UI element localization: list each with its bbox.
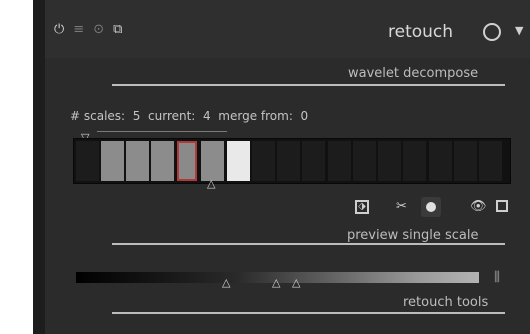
scale-cell[interactable] [328,141,351,181]
section-divider [112,84,505,86]
mask-toggle-icon[interactable] [483,23,501,41]
dot-icon [426,202,436,212]
section-preview-single-scale: preview single scale [347,228,479,243]
scale-cell[interactable] [151,141,174,181]
presets-icon[interactable]: ⊙ [93,22,104,38]
scale-cell[interactable] [479,141,502,181]
scale-range-line [97,131,227,132]
levels-marker-low[interactable]: △ [222,277,230,289]
scales-info: # scales: 5 current: 4 merge from: 0 [70,108,308,124]
scales-value: 5 [132,109,141,123]
merge-value: 0 [300,109,309,123]
header-icons: ⏻ ≡ ⊙ ⧉ [54,22,122,38]
scale-cell[interactable] [454,141,477,181]
scale-cell[interactable] [252,141,275,181]
color-picker-icon[interactable]: ⬗ [355,200,369,214]
current-value: 4 [203,109,211,123]
merge-scale-marker[interactable]: △ [207,178,215,190]
current-label: current: [148,109,196,123]
collapse-arrow-icon[interactable]: ▼ [515,24,523,38]
scale-cell[interactable] [302,141,325,181]
power-icon[interactable]: ⏻ [54,22,64,38]
levels-icon[interactable]: ⫼ [494,270,500,286]
levels-marker-mid[interactable]: △ [272,277,280,289]
menu-icon[interactable]: ≡ [73,22,84,38]
wavelet-scale-bar[interactable] [73,138,511,184]
scales-label: # scales: [70,109,126,123]
section-divider [112,312,505,314]
scale-cell[interactable] [277,141,300,181]
scale-cell[interactable] [201,141,224,181]
section-wavelet-decompose: wavelet decompose [348,66,479,81]
module-title: retouch [388,22,454,42]
scale-cell-selected[interactable] [177,141,197,181]
section-retouch-tools: retouch tools [403,295,489,310]
scale-cell[interactable] [353,141,376,181]
scale-cell[interactable] [126,141,149,181]
scale-cell[interactable] [227,141,250,181]
scale-cell[interactable] [76,141,99,181]
merge-label: merge from: [218,109,293,123]
levels-marker-high[interactable]: △ [292,277,300,289]
scale-cell[interactable] [101,141,124,181]
eye-icon[interactable]: 👁 [470,199,487,215]
section-divider [112,243,505,245]
square-icon[interactable] [496,200,508,212]
scale-cell[interactable] [429,141,452,181]
copy-icon[interactable]: ⧉ [113,22,122,38]
scale-cell[interactable] [403,141,426,181]
scale-cell[interactable] [378,141,401,181]
scissors-icon[interactable]: ✂ [396,199,407,215]
